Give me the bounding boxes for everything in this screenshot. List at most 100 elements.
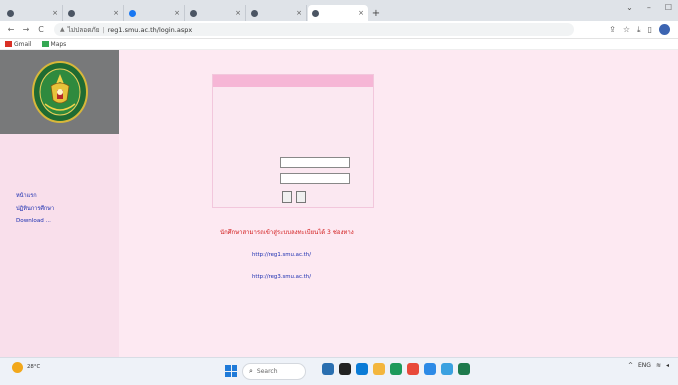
browser-tab[interactable]: ×: [64, 5, 124, 21]
taskbar-search[interactable]: ⌕ Search: [242, 363, 306, 380]
login-buttons: [213, 191, 375, 203]
pinned-app-icon[interactable]: [407, 363, 419, 375]
tab-list: × × × × × ×: [0, 5, 369, 21]
pinned-app-icon[interactable]: [390, 363, 402, 375]
start-tile: [225, 365, 231, 371]
menu-link[interactable]: [16, 240, 54, 253]
page-viewport: หน้าแรก ปฏิทินการศึกษา Download ... นักศึก…: [0, 50, 678, 357]
browser-tab[interactable]: ×: [3, 5, 63, 21]
tab-close-icon[interactable]: ×: [174, 9, 180, 17]
new-tab-button[interactable]: +: [369, 5, 383, 21]
address-separator: |: [102, 25, 105, 34]
wifi-icon[interactable]: ≋: [656, 362, 661, 369]
left-menu: หน้าแรก ปฏิทินการศึกษา Download ...: [0, 50, 119, 357]
side-panel-icon[interactable]: ▯: [648, 25, 652, 34]
university-logo: [31, 61, 88, 123]
pinned-app-icon[interactable]: [458, 363, 470, 375]
browser-tab[interactable]: ×: [125, 5, 185, 21]
menu-link[interactable]: [16, 278, 54, 291]
browser-tab[interactable]: ×: [247, 5, 307, 21]
profile-avatar[interactable]: [659, 24, 670, 35]
university-logo-panel: [0, 50, 119, 134]
password-row: [213, 173, 375, 185]
channel-row-3: http://reg3.smu.ac.th/: [248, 274, 311, 280]
username-row: [213, 157, 375, 169]
login-panel: [212, 74, 374, 208]
desktop-screen: × × × × × × + ⌄ – ☐ ← → C ▲ ไม่ปลอดภัย | reg1…: [0, 0, 678, 385]
pinned-app-icon[interactable]: [322, 363, 334, 375]
forward-icon[interactable]: →: [20, 25, 32, 34]
share-icon[interactable]: ⇪: [609, 25, 616, 34]
menu-link[interactable]: Download ...: [16, 215, 54, 228]
pinned-app-icon[interactable]: [441, 363, 453, 375]
bookmark-gmail[interactable]: Gmail: [5, 41, 32, 48]
toolbar-actions: ⇪ ☆ ⤓ ▯: [609, 24, 670, 35]
tab-close-icon[interactable]: ×: [235, 9, 241, 17]
search-placeholder: Search: [256, 368, 278, 375]
weather-text: 28°C: [27, 364, 40, 371]
menu-link[interactable]: [16, 253, 54, 266]
bookmark-maps[interactable]: Maps: [41, 41, 66, 48]
windows-taskbar: 28°C ⌕ Search ^ ENG ≋ ◂: [0, 357, 678, 385]
minimize-icon[interactable]: –: [647, 3, 651, 12]
tab-favicon-icon: [68, 9, 75, 17]
back-icon[interactable]: ←: [5, 25, 17, 34]
menu-link[interactable]: [16, 303, 54, 316]
security-status[interactable]: ไม่ปลอดภัย: [68, 25, 100, 35]
warning-triangle-icon: ▲: [60, 26, 65, 33]
volume-icon[interactable]: ◂: [666, 362, 669, 369]
menu-link[interactable]: ปฏิทินการศึกษา: [16, 203, 54, 216]
address-bar[interactable]: ▲ ไม่ปลอดภัย | reg1.smu.ac.th/login.aspx: [54, 23, 574, 36]
start-tile: [231, 365, 237, 371]
menu-links: หน้าแรก ปฏิทินการศึกษา Download ...: [16, 190, 54, 316]
browser-tab[interactable]: ×: [308, 5, 368, 21]
channel-row-1: http://reg1.smu.ac.th/: [248, 252, 311, 258]
tray-chevron-icon[interactable]: ^: [628, 362, 633, 369]
download-icon[interactable]: ⤓: [637, 25, 641, 35]
pinned-app-icon[interactable]: [356, 363, 368, 375]
tab-close-icon[interactable]: ×: [358, 9, 364, 17]
login-button[interactable]: [282, 191, 292, 203]
channel-link-reg1[interactable]: http://reg1.smu.ac.th/: [252, 252, 311, 258]
login-header: [213, 75, 373, 87]
menu-link[interactable]: [16, 291, 54, 304]
bookmark-label: Gmail: [14, 40, 32, 48]
tab-close-icon[interactable]: ×: [113, 9, 119, 17]
start-button[interactable]: [225, 365, 237, 377]
start-tile: [225, 371, 231, 377]
browser-tab[interactable]: ×: [186, 5, 246, 21]
weather-temperature: 28°C: [27, 364, 41, 370]
system-tray: ^ ENG ≋ ◂: [628, 362, 674, 369]
reload-icon[interactable]: C: [35, 25, 47, 34]
maximize-icon[interactable]: ☐: [665, 3, 672, 12]
pinned-app-icon[interactable]: [373, 363, 385, 375]
tab-favicon-icon: [312, 9, 319, 17]
menu-link[interactable]: [16, 266, 54, 279]
maps-icon: [41, 41, 49, 47]
pinned-app-icon[interactable]: [339, 363, 351, 375]
username-input[interactable]: [280, 157, 350, 168]
menu-link[interactable]: หน้าแรก: [16, 190, 54, 203]
gmail-icon: [5, 41, 12, 47]
password-input[interactable]: [280, 173, 350, 184]
tab-favicon-icon: [7, 9, 14, 17]
channel-link-reg3[interactable]: http://reg3.smu.ac.th/: [252, 274, 311, 280]
language-indicator[interactable]: ENG: [638, 362, 651, 369]
tab-search-icon[interactable]: ⌄: [626, 3, 633, 12]
browser-tab-strip: × × × × × × + ⌄ – ☐: [0, 0, 678, 21]
pinned-apps: [322, 363, 470, 375]
tab-close-icon[interactable]: ×: [296, 9, 302, 17]
cancel-button[interactable]: [296, 191, 306, 203]
start-tile: [231, 371, 237, 377]
address-url[interactable]: reg1.smu.ac.th/login.aspx: [108, 26, 192, 34]
window-controls: ⌄ – ☐: [626, 3, 672, 12]
menu-link[interactable]: [16, 228, 54, 241]
tab-close-icon[interactable]: ×: [52, 9, 58, 17]
bookmark-star-icon[interactable]: ☆: [623, 25, 630, 34]
weather-widget[interactable]: 28°C: [12, 362, 40, 373]
channels-heading: นักศึกษาสามารถเข้าสู่ระบบลงทะเบียนได้ 3 …: [220, 229, 354, 236]
pinned-app-icon[interactable]: [424, 363, 436, 375]
tab-favicon-icon: [129, 9, 136, 17]
tab-favicon-icon: [190, 9, 197, 17]
tab-favicon-icon: [251, 9, 258, 17]
